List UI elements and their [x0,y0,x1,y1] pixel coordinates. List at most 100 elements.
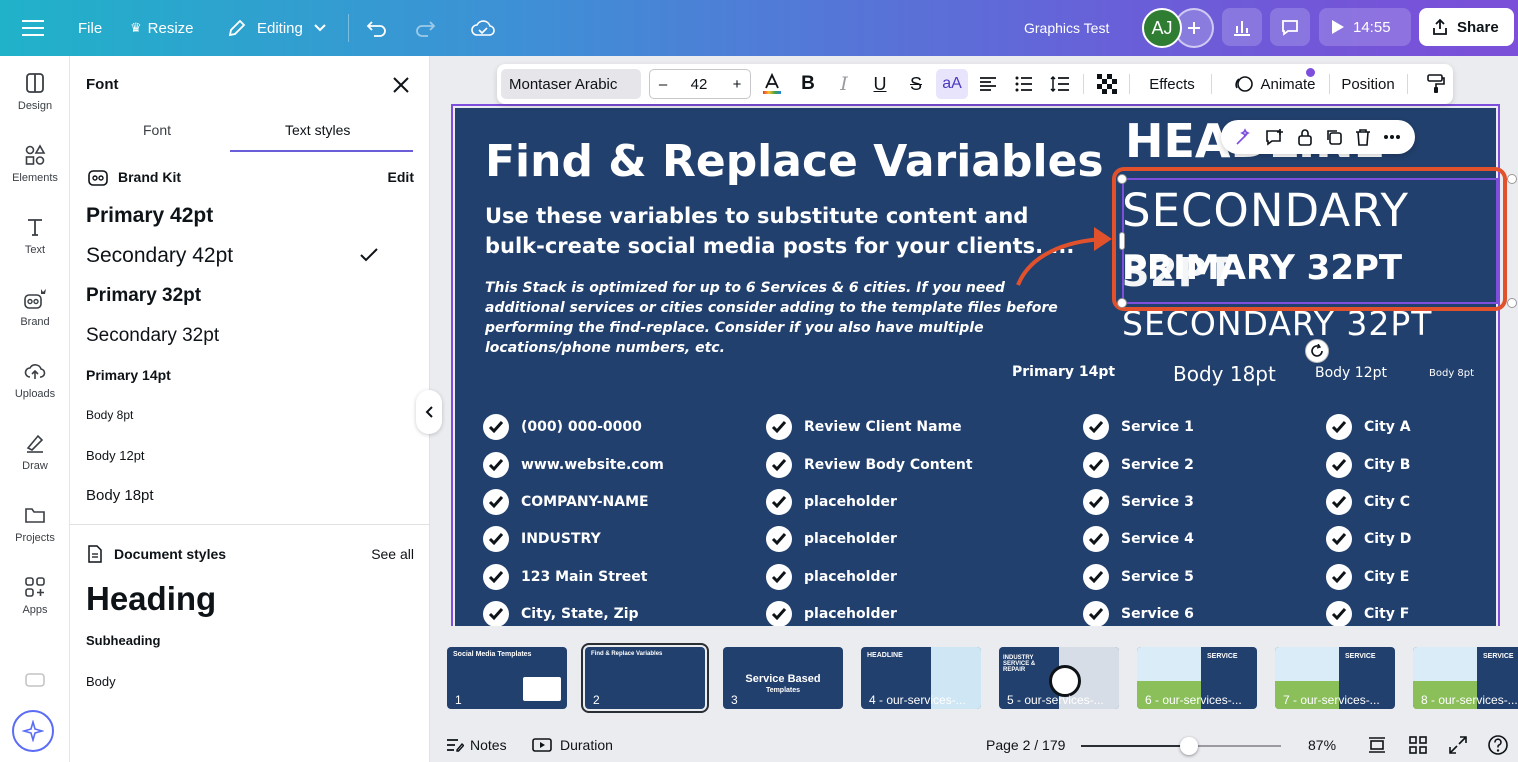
variable-item[interactable]: Review Client Name [766,414,962,440]
style-body-18[interactable]: Body 18pt [86,487,154,504]
variable-item[interactable]: Service 5 [1083,564,1194,590]
resize-handle[interactable] [1117,298,1127,308]
align-button[interactable] [975,64,1001,104]
menu-icon[interactable] [22,0,44,56]
style-primary-42[interactable]: Primary 42pt [86,204,213,228]
spacing-button[interactable] [1047,64,1073,104]
primary-14-text[interactable]: Primary 14pt [1012,364,1115,380]
page-thumbnail-5[interactable]: INDUSTRY SERVICE & REPAIR 5 - our-servic… [999,647,1119,709]
variable-item[interactable]: Review Body Content [766,452,973,478]
page-thumbnail-7[interactable]: SERVICE 7 - our-services-... [1275,647,1395,709]
editing-mode-button[interactable]: Editing [227,0,327,56]
bold-button[interactable]: B [795,64,821,104]
grid-view-icon[interactable] [1409,728,1427,762]
letter-case-button[interactable]: aA [936,69,968,99]
variable-item[interactable]: City F [1326,601,1409,626]
variable-item[interactable]: City E [1326,564,1409,590]
underline-button[interactable]: U [867,64,893,104]
insights-button[interactable] [1222,8,1262,46]
help-icon[interactable] [1487,728,1509,762]
page-thumbnail-8[interactable]: SERVICE 8 - our-services-... [1413,647,1518,709]
rotate-handle[interactable] [1305,339,1329,363]
rail-design[interactable]: Design [0,60,70,124]
notes-button[interactable]: Notes [446,728,507,762]
design-subtitle[interactable]: Use these variables to substitute conten… [485,201,1085,261]
body-12-text[interactable]: Body 12pt [1315,365,1387,381]
design-title[interactable]: Find & Replace Variables [485,136,1104,187]
font-size-input[interactable]: 42 [681,64,717,104]
increase-size-button[interactable]: + [723,64,751,104]
trash-icon[interactable] [1355,128,1371,146]
variable-item[interactable]: City A [1326,414,1411,440]
see-all-link[interactable]: See all [371,546,414,562]
close-icon[interactable] [390,74,412,96]
comments-button[interactable] [1270,8,1310,46]
copy-style-button[interactable] [1423,64,1449,104]
variable-item[interactable]: Service 4 [1083,526,1194,552]
variable-item[interactable]: COMPANY-NAME [483,489,649,515]
collapse-panel-button[interactable] [416,390,442,434]
resize-handle[interactable] [1507,298,1517,308]
cloud-saved-icon[interactable] [470,0,496,56]
style-primary-32[interactable]: Primary 32pt [86,285,201,307]
rail-projects[interactable]: Projects [0,492,70,556]
style-body-8[interactable]: Body 8pt [86,408,133,422]
doc-style-heading[interactable]: Heading [86,580,216,618]
body-18-text[interactable]: Body 18pt [1173,362,1276,386]
variable-item[interactable]: placeholder [766,489,897,515]
variable-item[interactable]: (000) 000-0000 [483,414,642,440]
page-thumbnail-2[interactable]: Find & Replace Variables 2 [581,643,709,713]
doc-style-body[interactable]: Body [86,674,116,689]
zoom-level[interactable]: 87% [1308,728,1336,762]
decrease-size-button[interactable]: – [649,64,677,104]
resize-handle[interactable] [1507,174,1517,184]
zoom-slider-knob[interactable] [1180,737,1198,755]
page-thumbnail-1[interactable]: Social Media Templates 1 [447,647,567,709]
lock-icon[interactable] [1297,128,1313,146]
rail-uploads[interactable]: Uploads [0,348,70,412]
variable-item[interactable]: placeholder [766,601,897,626]
rail-apps[interactable]: Apps [0,564,70,628]
rail-elements[interactable]: Elements [0,132,70,196]
redo-icon[interactable] [414,0,436,56]
edit-brand-kit-link[interactable]: Edit [388,169,414,185]
share-button[interactable]: Share [1419,8,1514,46]
design-note[interactable]: This Stack is optimized for up to 6 Serv… [485,278,1065,358]
page-thumbnail-4[interactable]: HEADLINE 4 - our-services-... [861,647,981,709]
font-family-select[interactable]: Montaser Arabic [501,69,641,99]
variable-item[interactable]: 123 Main Street [483,564,647,590]
style-secondary-32[interactable]: Secondary 32pt [86,325,219,347]
strikethrough-button[interactable]: S [903,64,929,104]
italic-button[interactable]: I [831,64,857,104]
duration-button[interactable]: Duration [532,728,613,762]
present-button[interactable]: 14:55 [1319,8,1411,46]
style-body-12[interactable]: Body 12pt [86,448,145,463]
variable-item[interactable]: www.website.com [483,452,664,478]
effects-button[interactable]: Effects [1141,64,1203,104]
tab-text-styles[interactable]: Text styles [285,122,350,138]
selected-text-box[interactable] [1122,178,1498,304]
resize-button[interactable]: ♛ Resize [130,0,194,56]
variable-item[interactable]: INDUSTRY [483,526,601,552]
undo-icon[interactable] [366,0,388,56]
variable-item[interactable]: placeholder [766,526,897,552]
fullscreen-icon[interactable] [1449,728,1467,762]
avatar[interactable]: AJ [1142,8,1182,48]
variable-item[interactable]: City, State, Zip [483,601,639,626]
variable-item[interactable]: Service 6 [1083,601,1194,626]
transparency-button[interactable] [1095,64,1119,104]
page-view-icon[interactable] [1368,728,1386,762]
rail-brand[interactable]: Brand [0,276,70,340]
style-secondary-42[interactable]: Secondary 42pt [86,244,233,268]
magic-sparkle-button[interactable] [12,710,54,752]
variable-item[interactable]: City B [1326,452,1410,478]
doc-style-subheading[interactable]: Subheading [86,633,160,648]
rail-draw[interactable]: Draw [0,420,70,484]
document-title[interactable]: Graphics Test [1024,0,1109,56]
variable-item[interactable]: City C [1326,489,1410,515]
body-8-text[interactable]: Body 8pt [1429,368,1474,379]
resize-handle[interactable] [1117,174,1127,184]
list-button[interactable] [1011,64,1037,104]
variable-item[interactable]: Service 3 [1083,489,1194,515]
more-options-icon[interactable] [1383,134,1401,140]
